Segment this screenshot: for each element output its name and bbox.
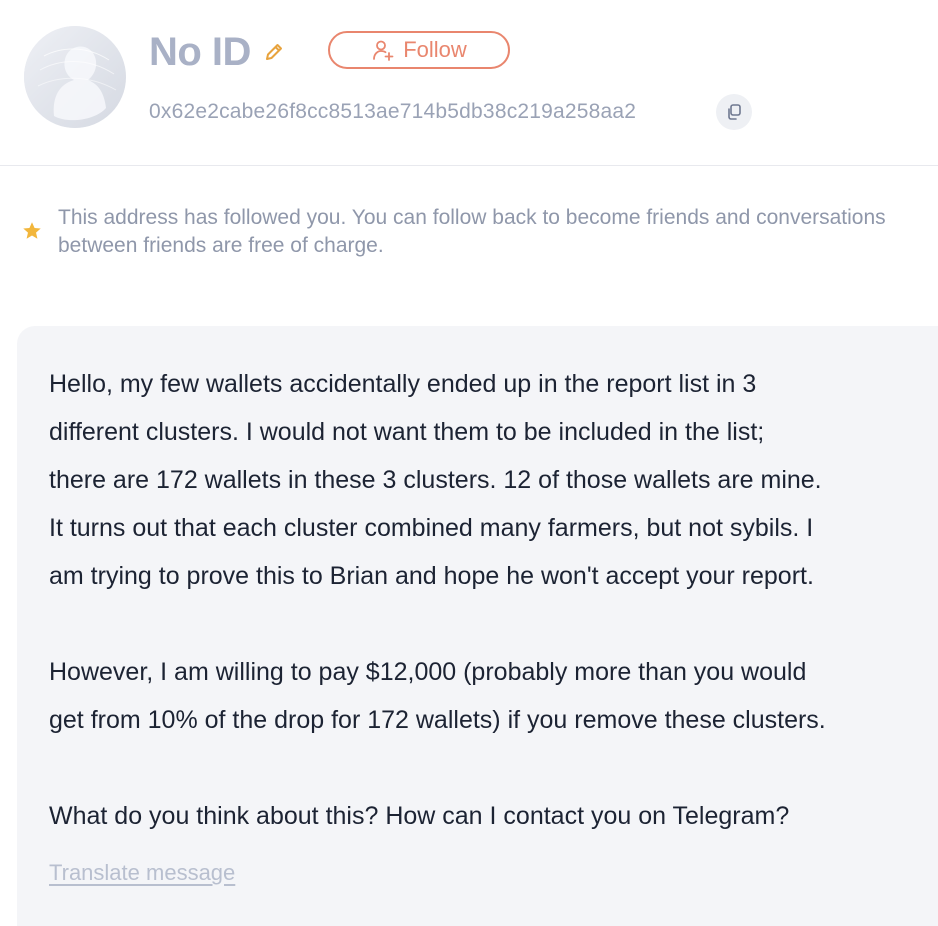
- notice-line: This address has followed you. You can f…: [58, 206, 886, 229]
- message-line: What do you think about this? How can I …: [49, 802, 790, 830]
- copy-icon: [728, 104, 741, 120]
- message-paragraph: Hello, my few wallets accidentally ended…: [49, 360, 929, 600]
- message-paragraph: However, I am willing to pay $12,000 (pr…: [49, 648, 929, 744]
- message-line: different clusters. I would not want the…: [49, 418, 765, 446]
- follow-notice: This address has followed you. You can f…: [58, 204, 938, 260]
- wallet-address: 0x62e2cabe26f8cc8513ae714b5db38c219a258a…: [149, 100, 637, 123]
- profile-name: No ID: [149, 30, 251, 74]
- follow-label: Follow: [403, 37, 467, 62]
- message-line: However, I am willing to pay $12,000 (pr…: [49, 658, 807, 686]
- message-line: It turns out that each cluster combined …: [49, 514, 814, 542]
- notice-line: between friends are free of charge.: [58, 234, 384, 257]
- message-line: there are 172 wallets in these 3 cluster…: [49, 466, 822, 494]
- copy-address-button[interactable]: [716, 94, 752, 130]
- message-line: am trying to prove this to Brian and hop…: [49, 562, 814, 590]
- avatar-placeholder-icon: [24, 26, 126, 128]
- avatar[interactable]: [24, 26, 126, 128]
- add-user-icon: [373, 40, 394, 61]
- star-icon: [23, 222, 41, 239]
- follow-button[interactable]: Follow: [328, 31, 510, 69]
- translate-message-link[interactable]: Translate message: [49, 860, 235, 886]
- message-paragraph: What do you think about this? How can I …: [49, 792, 929, 840]
- message-line: Hello, my few wallets accidentally ended…: [49, 370, 757, 398]
- profile-header: No ID Follow 0x62e2cabe26f8cc8513ae714b5…: [0, 0, 938, 166]
- message-line: get from 10% of the drop for 172 wallets…: [49, 706, 826, 734]
- pencil-icon[interactable]: [262, 40, 286, 64]
- chat-page: No ID Follow 0x62e2cabe26f8cc8513ae714b5…: [0, 0, 938, 926]
